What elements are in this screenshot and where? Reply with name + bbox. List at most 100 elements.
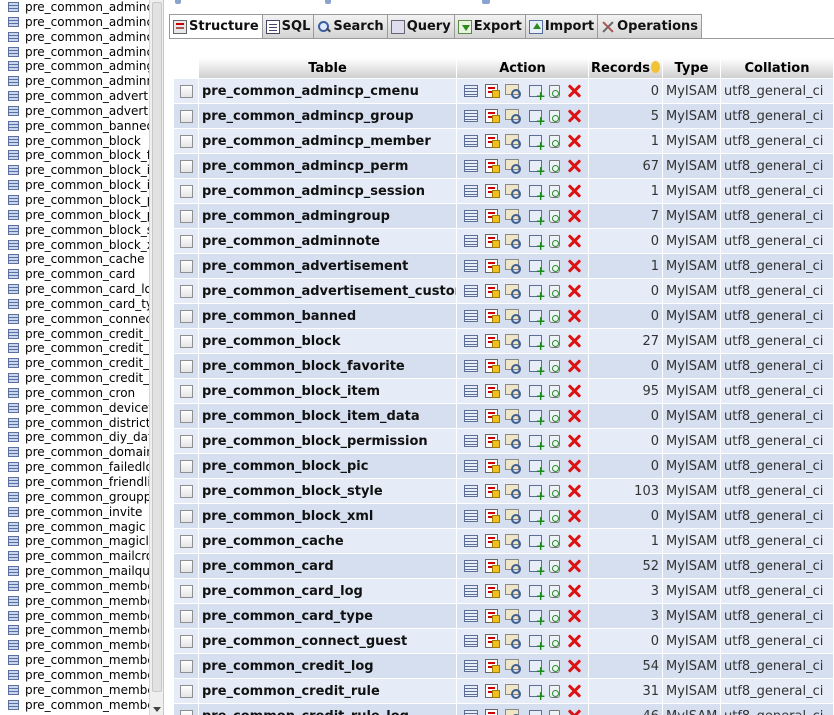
- table-icon[interactable]: [8, 373, 19, 384]
- empty-icon[interactable]: [548, 609, 560, 623]
- sidebar-item[interactable]: pre_common_block: [0, 134, 149, 149]
- insert-icon[interactable]: [528, 385, 546, 402]
- table-name[interactable]: pre_common_block_xml: [199, 504, 456, 528]
- sidebar-item-label[interactable]: pre_common_magiclog: [25, 534, 149, 548]
- insert-icon[interactable]: [528, 585, 546, 602]
- scroll-down-arrow-icon[interactable]: [153, 707, 161, 712]
- browse-icon[interactable]: [463, 110, 478, 122]
- sidebar-item-label[interactable]: pre_common_grouppm: [25, 490, 149, 504]
- insert-icon[interactable]: [528, 410, 546, 427]
- table-icon[interactable]: [8, 462, 19, 473]
- sidebar-item-label[interactable]: pre_common_invite: [25, 505, 142, 519]
- sidebar-item[interactable]: pre_common_advertisement: [0, 89, 149, 104]
- row-checkbox[interactable]: [179, 434, 193, 448]
- sidebar-item[interactable]: pre_common_domain: [0, 445, 149, 460]
- structure-icon[interactable]: [484, 684, 500, 698]
- structure-icon[interactable]: [484, 309, 500, 323]
- browse-icon[interactable]: [463, 610, 478, 622]
- browse-icon[interactable]: [463, 360, 478, 372]
- sidebar-item[interactable]: pre_common_block_favorite: [0, 148, 149, 163]
- sidebar-item-label[interactable]: pre_common_member_field_forum: [25, 653, 149, 667]
- tab-structure[interactable]: Structure: [169, 14, 263, 39]
- table-icon[interactable]: [8, 239, 19, 250]
- table-icon[interactable]: [8, 194, 19, 205]
- browse-icon[interactable]: [463, 385, 478, 397]
- browse-icon[interactable]: [463, 660, 478, 672]
- table-name[interactable]: pre_common_admincp_group: [199, 104, 456, 128]
- browse-icon[interactable]: [463, 460, 478, 472]
- row-checkbox[interactable]: [179, 359, 193, 373]
- row-checkbox[interactable]: [179, 384, 193, 398]
- table-name[interactable]: pre_common_block_pic: [199, 454, 456, 478]
- sidebar-item-label[interactable]: pre_common_banned: [25, 119, 149, 133]
- insert-icon[interactable]: [528, 485, 546, 502]
- table-icon[interactable]: [8, 269, 19, 280]
- insert-icon[interactable]: [528, 85, 546, 102]
- search-icon[interactable]: [505, 608, 522, 624]
- drop-icon[interactable]: [567, 234, 581, 248]
- sidebar-item[interactable]: pre_common_block_item_data: [0, 178, 149, 193]
- search-icon[interactable]: [505, 133, 522, 149]
- sidebar-item[interactable]: pre_common_diy_data: [0, 430, 149, 445]
- sidebar-item-label[interactable]: pre_common_cron: [25, 386, 135, 400]
- header-collation[interactable]: Collation: [721, 58, 833, 78]
- insert-icon[interactable]: [528, 360, 546, 377]
- table-name[interactable]: pre_common_card: [199, 554, 456, 578]
- sidebar-item-label[interactable]: pre_common_friendlink: [25, 475, 149, 489]
- tab-import[interactable]: Import: [525, 14, 599, 39]
- sidebar-item[interactable]: pre_common_member: [0, 579, 149, 594]
- structure-icon[interactable]: [484, 259, 500, 273]
- sidebar-item[interactable]: pre_common_cache: [0, 252, 149, 267]
- sidebar-item[interactable]: pre_common_admincp_member: [0, 30, 149, 45]
- header-records[interactable]: Records: [589, 58, 662, 78]
- search-icon[interactable]: [505, 83, 522, 99]
- search-icon[interactable]: [505, 308, 522, 324]
- sidebar-item-label[interactable]: pre_common_advertisement_custom: [25, 104, 149, 118]
- table-icon[interactable]: [8, 521, 19, 532]
- search-icon[interactable]: [505, 183, 522, 199]
- table-name[interactable]: pre_common_card_type: [199, 604, 456, 628]
- row-checkbox[interactable]: [179, 259, 193, 273]
- table-icon[interactable]: [8, 91, 19, 102]
- empty-icon[interactable]: [548, 559, 560, 573]
- drop-icon[interactable]: [567, 559, 581, 573]
- sidebar-item-label[interactable]: pre_common_member_crime: [25, 638, 149, 652]
- table-icon[interactable]: [8, 150, 19, 161]
- sidebar-item-label[interactable]: pre_common_credit_rule_log_field: [25, 371, 149, 385]
- table-icon[interactable]: [8, 343, 19, 354]
- structure-icon[interactable]: [484, 84, 500, 98]
- structure-icon[interactable]: [484, 534, 500, 548]
- sidebar-item[interactable]: pre_common_admincp_group: [0, 15, 149, 30]
- browse-icon[interactable]: [463, 335, 478, 347]
- structure-icon[interactable]: [484, 359, 500, 373]
- search-icon[interactable]: [505, 583, 522, 599]
- table-icon[interactable]: [8, 224, 19, 235]
- row-checkbox[interactable]: [179, 609, 193, 623]
- table-icon[interactable]: [8, 432, 19, 443]
- browse-icon[interactable]: [463, 635, 478, 647]
- sidebar-item-label[interactable]: pre_common_block_item_data: [25, 178, 149, 192]
- sidebar-item[interactable]: pre_common_credit_log: [0, 327, 149, 342]
- structure-icon[interactable]: [484, 184, 500, 198]
- search-icon[interactable]: [505, 558, 522, 574]
- row-checkbox[interactable]: [179, 559, 193, 573]
- structure-icon[interactable]: [484, 209, 500, 223]
- row-checkbox[interactable]: [179, 584, 193, 598]
- sidebar-item[interactable]: pre_common_member_action_log: [0, 594, 149, 609]
- row-checkbox[interactable]: [179, 409, 193, 423]
- insert-icon[interactable]: [528, 635, 546, 652]
- tab-search[interactable]: Search: [314, 14, 388, 39]
- table-icon[interactable]: [8, 358, 19, 369]
- sidebar-item-label[interactable]: pre_common_member_field_home: [25, 668, 149, 682]
- browse-icon[interactable]: [463, 185, 478, 197]
- row-checkbox[interactable]: [179, 134, 193, 148]
- sidebar-item[interactable]: pre_common_credit_rule_log: [0, 356, 149, 371]
- sidebar-item-label[interactable]: pre_common_member_log: [25, 698, 149, 712]
- browse-icon[interactable]: [463, 410, 478, 422]
- search-icon[interactable]: [505, 233, 522, 249]
- sidebar-item-label[interactable]: pre_common_failedlogin: [25, 460, 149, 474]
- sidebar-item-label[interactable]: pre_common_block_favorite: [25, 148, 149, 162]
- search-icon[interactable]: [505, 283, 522, 299]
- table-icon[interactable]: [8, 447, 19, 458]
- empty-icon[interactable]: [548, 709, 560, 715]
